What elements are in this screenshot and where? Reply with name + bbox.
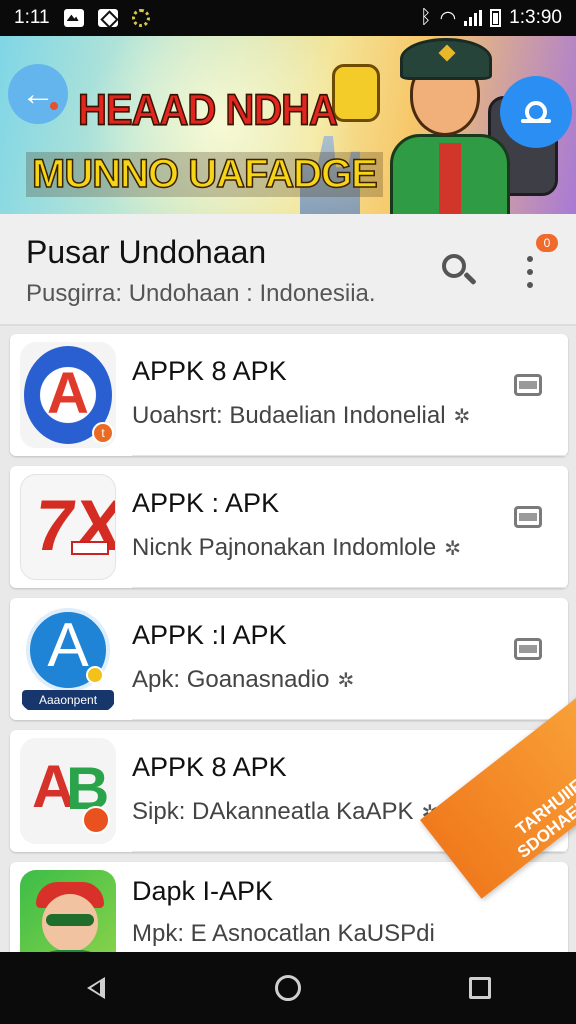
app-description-text: Nicnk Pajnonakan Indomlole <box>132 534 437 561</box>
nav-back-button[interactable] <box>66 958 126 1018</box>
app-description: Mpk: E Asnocatlan KaUSPdi <box>132 920 435 947</box>
search-icon-handle <box>463 271 477 286</box>
nav-recents-button[interactable] <box>450 958 510 1018</box>
app-icon: A t <box>20 342 116 448</box>
app-icon-ribbon: Aaaonpent <box>22 690 114 710</box>
navigation-bar <box>0 952 576 1024</box>
recents-square-icon <box>469 977 491 999</box>
user-icon <box>521 101 551 123</box>
search-button[interactable] <box>440 252 480 292</box>
open-app-button[interactable] <box>514 506 542 528</box>
back-triangle-icon <box>87 977 105 999</box>
app-name: APPK : APK <box>132 488 280 518</box>
more-options-button[interactable] <box>518 250 542 294</box>
status-time-left: 1:11 <box>14 7 50 28</box>
avatar-mask <box>46 914 94 926</box>
star-icon: ✲ <box>444 538 461 560</box>
app-name: APPK 8 APK <box>132 356 287 386</box>
app-notification-icon <box>97 9 118 27</box>
more-vert-icon <box>527 256 533 262</box>
banner-subheadline: MUNNO UAFADGE <box>26 151 383 197</box>
page-title: Pusar Undohaan <box>26 234 267 270</box>
app-icon-badge <box>82 806 110 834</box>
more-vert-dot <box>527 282 533 288</box>
star-icon: ✲ <box>337 670 355 692</box>
banner-headline: HEAAD NDHA <box>77 85 338 135</box>
list-item[interactable]: A t APPK 8 APK Uoahsrt: Budaelian Indone… <box>10 334 568 456</box>
divider <box>132 455 568 456</box>
battery-icon <box>490 9 502 27</box>
app-icon-badge <box>86 666 104 684</box>
status-time-right: 1:3:90 <box>509 7 562 28</box>
gallery-notification-icon <box>63 9 84 27</box>
divider <box>132 719 568 720</box>
mascot-cap <box>400 38 492 80</box>
star-icon: ✲ <box>453 406 471 428</box>
app-description-text: Sipk: DAkanneatla KaAPK <box>132 798 414 825</box>
app-icon-badge: t <box>92 422 114 444</box>
app-icon: 7X <box>20 474 116 580</box>
settings-notification-icon <box>131 9 150 27</box>
list-item[interactable]: A Aaaonpent APPK :I APK Apk: Goanasnadio… <box>10 598 568 720</box>
back-button[interactable]: ← <box>8 64 68 124</box>
app-icon-tag <box>71 541 109 555</box>
app-description: Uoahsrt: Budaelian Indonelial ✲ <box>132 402 470 430</box>
app-description: Nicnk Pajnonakan Indomlole ✲ <box>132 534 461 562</box>
list-item[interactable]: 7X APPK : APK Nicnk Pajnonakan Indomlole… <box>10 466 568 588</box>
promo-banner[interactable]: HEAAD NDHA MUNNO UAFADGE ← <box>0 36 576 214</box>
app-description: Apk: Goanasnadio ✲ <box>132 666 354 694</box>
home-circle-icon <box>275 975 301 1001</box>
page-header: Pusar Undohaan Pusgirra: Undohaan : Indo… <box>0 214 576 326</box>
app-icon: A B <box>20 738 116 844</box>
search-icon <box>442 254 466 278</box>
nav-home-button[interactable] <box>258 958 318 1018</box>
mascot-fist <box>332 64 380 122</box>
app-description-text: Uoahsrt: Budaelian Indonelial <box>132 402 446 429</box>
more-vert-dot <box>527 269 533 275</box>
open-app-button[interactable] <box>514 638 542 660</box>
notification-badge: 0 <box>536 234 558 252</box>
open-app-button[interactable] <box>514 374 542 396</box>
back-arrow-icon: ← <box>21 74 55 113</box>
page-subtitle: Pusgirra: Undohaan : Indonesiia. <box>26 280 376 307</box>
status-bar: 1:11 ᛒ ◠ 1:3:90 <box>0 0 576 36</box>
app-name: APPK :I APK <box>132 620 287 650</box>
app-name: APPK 8 APK <box>132 752 287 782</box>
profile-button[interactable] <box>500 76 572 148</box>
app-icon-letter: A <box>47 361 89 426</box>
app-icon: A Aaaonpent <box>20 606 116 712</box>
bluetooth-icon: ᛒ <box>420 7 432 28</box>
app-name: Dapk I-APK <box>132 876 274 906</box>
app-description-text: Apk: Goanasnadio <box>132 666 330 693</box>
divider <box>132 587 568 588</box>
signal-icon <box>464 10 483 26</box>
wifi-icon: ◠ <box>439 7 457 29</box>
mascot-body <box>390 134 510 214</box>
app-description: Sipk: DAkanneatla KaAPK✲ <box>132 798 438 826</box>
